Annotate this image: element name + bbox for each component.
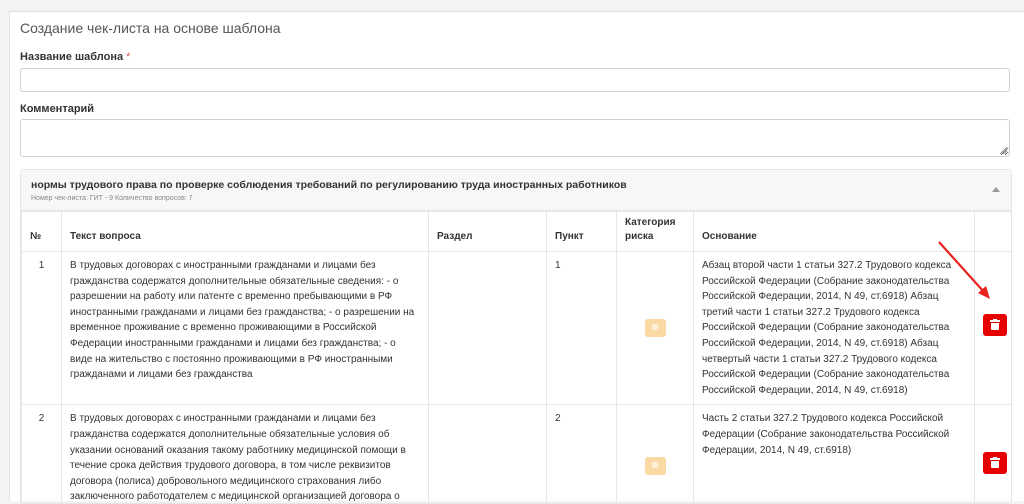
header-actions — [974, 211, 1011, 252]
comment-textarea[interactable] — [20, 119, 1010, 157]
row-basis: Часть 2 статьи 327.2 Трудового кодекса Р… — [693, 404, 975, 503]
row-risk-cell: III — [616, 250, 694, 406]
header-basis: Основание — [693, 211, 975, 252]
checklist-panel: нормы трудового права по проверке соблюд… — [20, 169, 1012, 504]
header-question: Текст вопроса — [61, 211, 429, 252]
row-actions — [974, 404, 1011, 503]
trash-icon-body — [991, 323, 999, 331]
row-num: 1 — [21, 250, 62, 406]
row-section — [428, 250, 547, 406]
panel-title: нормы трудового права по проверке соблюд… — [31, 179, 627, 191]
comment-field-wrap — [20, 119, 1010, 157]
row-num: 2 — [21, 404, 62, 503]
template-name-label-text: Название шаблона — [20, 51, 124, 63]
header-risk: Категория риска — [616, 211, 694, 252]
required-mark: * — [126, 51, 131, 63]
trash-icon — [990, 457, 1000, 461]
row-point: 1 — [546, 250, 617, 406]
panel-subtitle: Номер чек-листа: ГИТ - 9 Количество вопр… — [31, 195, 193, 202]
header-section: Раздел — [428, 211, 547, 252]
table-header-row: № Текст вопроса Раздел Пункт Категория р… — [21, 211, 1011, 252]
row-basis: Абзац второй части 1 статьи 327.2 Трудов… — [693, 250, 975, 406]
panel-header[interactable]: нормы трудового права по проверке соблюд… — [21, 170, 1011, 211]
row-point: 2 — [546, 404, 617, 503]
resize-grip-icon[interactable] — [1000, 147, 1007, 154]
chevron-up-icon[interactable] — [992, 187, 1000, 192]
template-name-input[interactable] — [20, 68, 1010, 92]
trash-icon-body — [991, 461, 999, 469]
page-title: Создание чек-листа на основе шаблона — [20, 20, 281, 36]
header-point: Пункт — [546, 211, 617, 252]
row-risk-cell: III — [616, 404, 694, 503]
risk-badge: III — [644, 319, 666, 338]
comment-label: Комментарий — [20, 103, 95, 115]
delete-button[interactable] — [983, 452, 1007, 475]
table-row: 2 В трудовых договорах с иностранными гр… — [21, 404, 1011, 503]
questions-table: № Текст вопроса Раздел Пункт Категория р… — [21, 211, 1011, 503]
table-row: 1 В трудовых договорах с иностранными гр… — [21, 250, 1011, 406]
row-question: В трудовых договорах с иностранными граж… — [61, 250, 429, 406]
risk-badge: III — [644, 456, 666, 475]
row-question: В трудовых договорах с иностранными граж… — [61, 404, 429, 503]
delete-button[interactable] — [983, 314, 1007, 337]
trash-icon — [990, 319, 1000, 323]
header-num: № — [21, 211, 62, 252]
row-section — [428, 404, 547, 503]
row-actions — [974, 250, 1011, 406]
template-name-label: Название шаблона * — [20, 51, 130, 63]
checklist-card: Создание чек-листа на основе шаблона Наз… — [9, 11, 1024, 504]
